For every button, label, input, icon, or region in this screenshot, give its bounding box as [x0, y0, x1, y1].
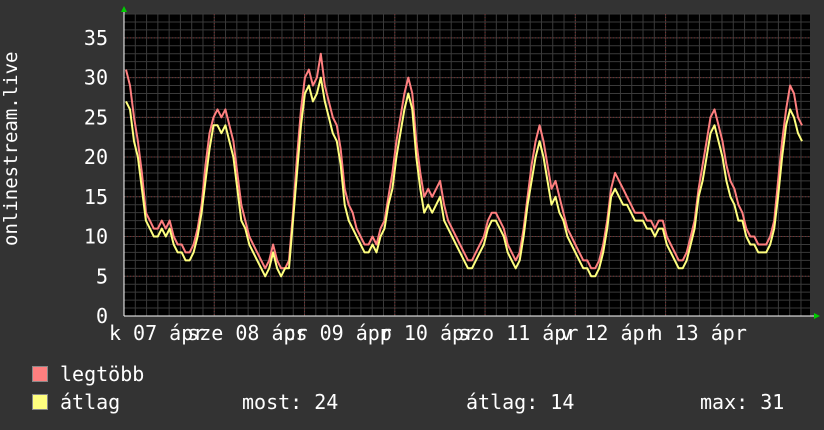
x-tick-label: cs 09 ápr [283, 321, 391, 345]
y-tick-label: 10 [84, 225, 108, 249]
y-tick-label: 15 [84, 185, 108, 209]
y-tick-label: 35 [84, 26, 108, 50]
stat-average-value: 14 [550, 390, 575, 414]
y-axis-arrow-icon [121, 6, 127, 12]
legend-item-legtobb: legtöbb [32, 362, 144, 386]
x-tick-label: v 12 ápr [560, 321, 656, 345]
stat-max-value: 31 [760, 390, 785, 414]
x-tick-label: h 13 ápr [651, 321, 747, 345]
stat-current-value: 24 [314, 390, 339, 414]
legend-swatch-atlag [32, 394, 48, 410]
stat-max: max: 31 [700, 390, 784, 414]
y-tick-label: 5 [96, 264, 108, 288]
legend-label-atlag: átlag [60, 390, 121, 414]
y-tick-label: 25 [84, 105, 108, 129]
legend-item-atlag: átlag [32, 390, 120, 414]
chart-canvas: 05101520253035k 07 áprsze 08 áprcs 09 áp… [84, 6, 820, 345]
y-axis-label: onlinestream.live [0, 51, 22, 246]
y-tick-label: 30 [84, 66, 108, 90]
legend-swatch-legtobb [32, 366, 48, 382]
stat-current-label: most: [242, 390, 303, 414]
y-tick-label: 0 [96, 304, 108, 328]
stat-current: most: 24 [242, 390, 338, 414]
y-tick-label: 20 [84, 145, 108, 169]
stat-average-label: átlag: [466, 390, 539, 414]
stat-max-label: max: [700, 390, 749, 414]
stat-average: átlag: 14 [466, 390, 574, 414]
rrd-graph: 0 5 10 15 20 25 30 35 k 07 ápr sze 08 ápr cs 09 áp… [0, 0, 824, 430]
legend-label-legtobb: legtöbb [60, 362, 145, 386]
x-axis-arrow-icon [814, 313, 820, 319]
